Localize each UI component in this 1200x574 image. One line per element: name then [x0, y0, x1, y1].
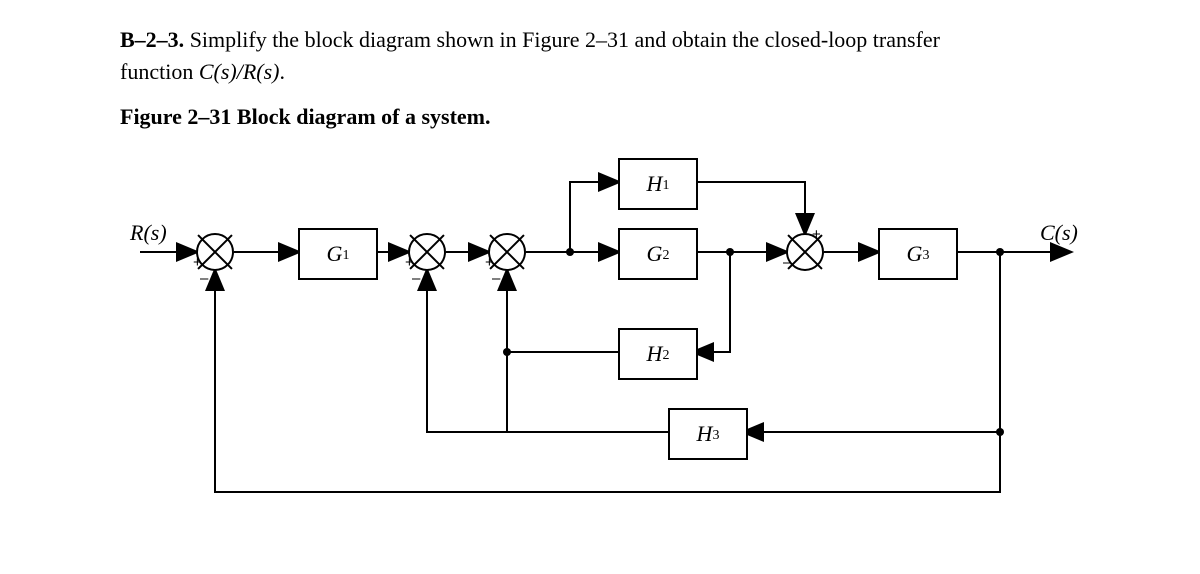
sign-plus: +	[485, 254, 494, 271]
pickoff-node	[996, 248, 1004, 256]
pickoff-node	[726, 248, 734, 256]
block-h1: H1	[618, 158, 698, 210]
sign-minus: –	[200, 270, 208, 287]
block-h3: H3	[668, 408, 748, 460]
sign-plus: +	[405, 254, 414, 271]
block-diagram: + – + – + – + – G1 G2 G3 H1 H2 H3 R(s) C…	[130, 142, 1090, 512]
block-g2: G2	[618, 228, 698, 280]
problem-text-1: Simplify the block diagram shown in Figu…	[190, 27, 940, 52]
wires	[130, 142, 1090, 512]
figure-caption: Figure 2–31 Block diagram of a system.	[120, 104, 1080, 130]
sign-minus: –	[783, 254, 791, 271]
block-h2: H2	[618, 328, 698, 380]
pickoff-node	[996, 428, 1004, 436]
sign-plus: +	[812, 226, 821, 243]
problem-period: .	[279, 59, 285, 84]
block-g1: G1	[298, 228, 378, 280]
pickoff-node	[566, 248, 574, 256]
block-g3: G3	[878, 228, 958, 280]
problem-statement: B–2–3. Simplify the block diagram shown …	[120, 24, 1080, 88]
problem-id: B–2–3.	[120, 27, 184, 52]
sign-plus: +	[193, 254, 202, 271]
sign-minus: –	[492, 270, 500, 287]
input-label: R(s)	[130, 220, 167, 246]
sign-minus: –	[412, 270, 420, 287]
output-label: C(s)	[1040, 220, 1078, 246]
problem-text-2: function	[120, 59, 199, 84]
transfer-function: C(s)/R(s)	[199, 59, 280, 84]
pickoff-node	[503, 348, 511, 356]
